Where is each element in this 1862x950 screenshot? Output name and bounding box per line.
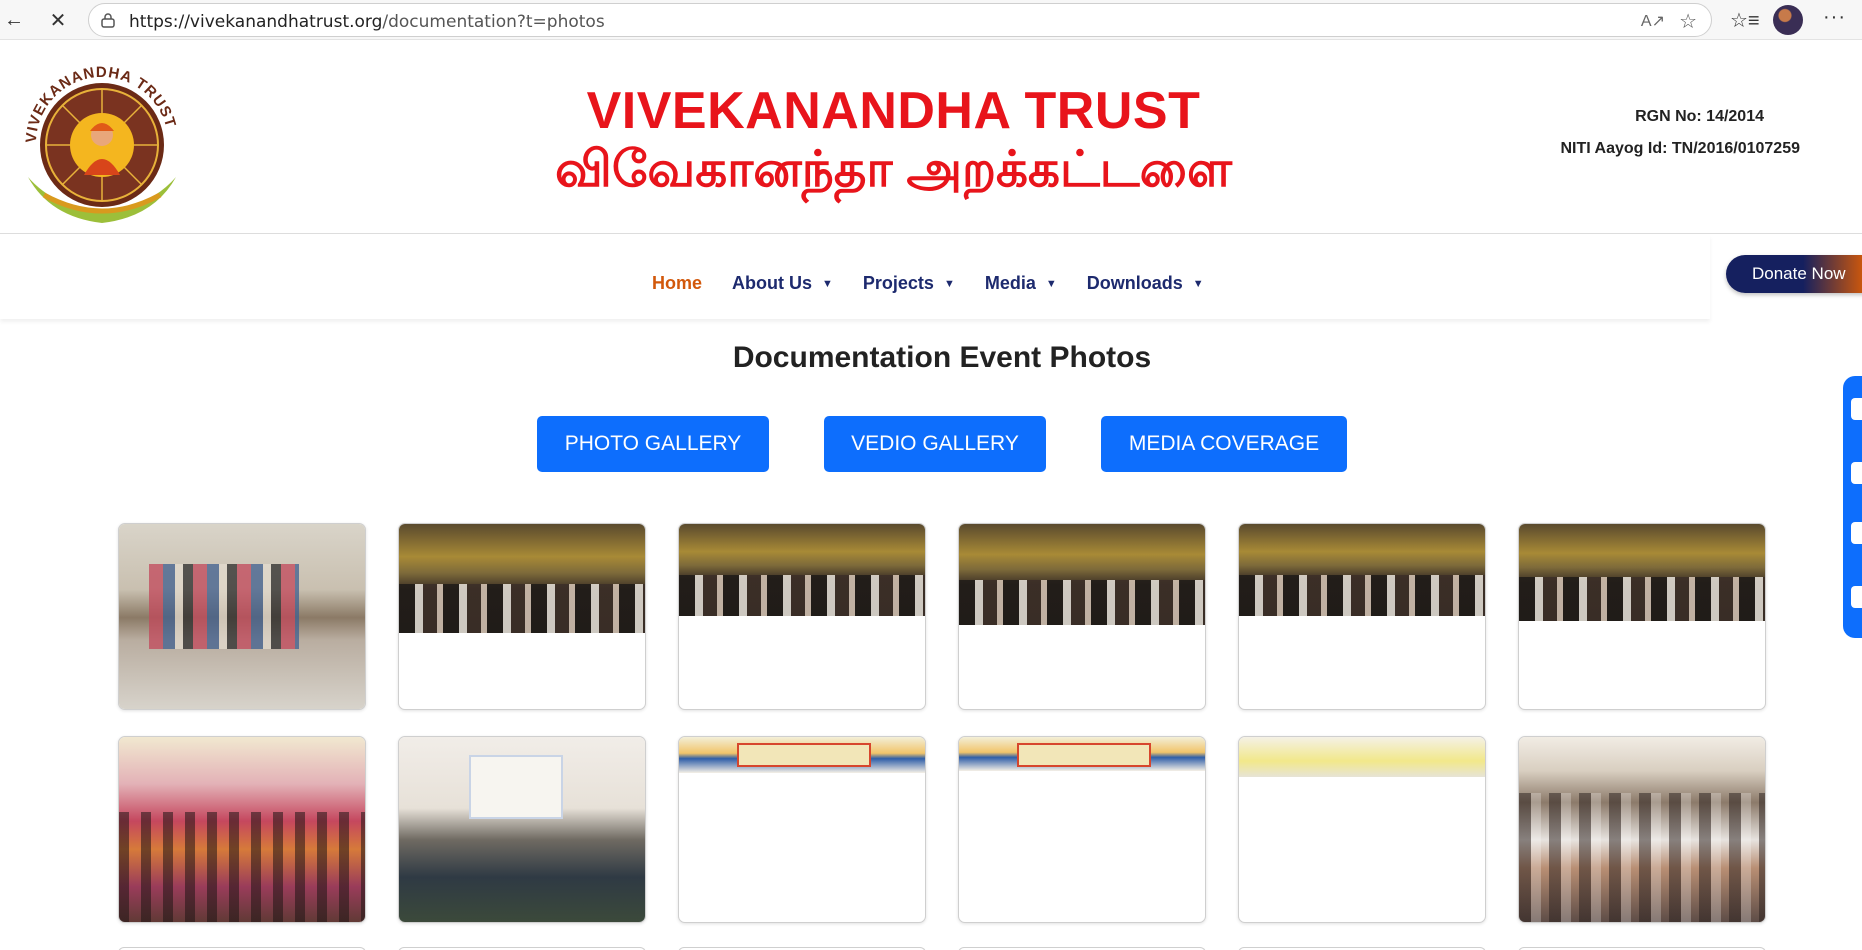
nav-item-about-us[interactable]: About Us ▼ [732, 273, 833, 294]
rgn-number: RGN No: 14/2014 [1635, 108, 1764, 125]
event-photo [959, 737, 1205, 771]
facebook-icon[interactable] [1851, 398, 1862, 420]
gallery-photo-card[interactable] [678, 523, 926, 710]
close-icon[interactable]: ✕ [44, 6, 72, 34]
site-title-english: VIVEKANANDHA TRUST [586, 82, 1201, 140]
page-title: Documentation Event Photos [732, 341, 1152, 374]
event-photo [1519, 524, 1765, 621]
social-sidebar [1843, 376, 1862, 638]
event-photo [399, 524, 645, 633]
gallery-photo-card[interactable] [118, 523, 366, 710]
url-text[interactable]: https://vivekanandhatrust.org/documentat… [129, 12, 605, 32]
registration-info: RGN No: 14/2014 NITI Aayog Id: TN/2016/0… [1560, 108, 1800, 172]
profile-avatar[interactable] [1773, 5, 1803, 35]
gallery-photo-card[interactable] [398, 523, 646, 710]
event-photo [399, 737, 645, 922]
event-photo [1239, 737, 1485, 777]
lock-icon[interactable] [101, 13, 115, 28]
gallery-photo-card[interactable] [1518, 523, 1766, 710]
media-coverage-button[interactable]: MEDIA COVERAGE [1101, 416, 1347, 472]
event-photo [119, 737, 365, 922]
site-header: VIVEKANANDHA TRUST VIVEKANANDHA TRUST வி… [0, 40, 1862, 234]
donate-now-button[interactable]: Donate Now [1726, 255, 1862, 293]
more-icon[interactable]: ··· [1823, 6, 1846, 29]
nav-menu: Home About Us ▼ Projects ▼ Media ▼ Download… [652, 273, 1234, 294]
read-aloud-icon[interactable]: A↗ [1641, 11, 1665, 31]
event-photo [679, 737, 925, 773]
nav-item-label: Media [984, 273, 1036, 293]
video-gallery-button[interactable]: VEDIO GALLERY [824, 416, 1046, 472]
caret-down-icon: ▼ [1192, 277, 1204, 290]
event-photo [679, 524, 925, 616]
address-bar[interactable]: https://vivekanandhatrust.org/documentat… [88, 3, 1712, 37]
back-arrow-icon[interactable]: ← [0, 6, 28, 34]
nav-item-label: Projects [862, 273, 934, 293]
gallery-photo-card[interactable] [958, 523, 1206, 710]
event-photo [1239, 524, 1485, 616]
nav-item-label: Home [652, 273, 703, 293]
browser-toolbar: ← ✕ https://vivekanandhatrust.org/docume… [0, 0, 1862, 40]
nav-item-projects[interactable]: Projects ▼ [863, 273, 955, 294]
star-icon[interactable]: ☆ [1679, 9, 1697, 34]
photo-gallery-button[interactable]: PHOTO GALLERY [537, 416, 769, 472]
nav-item-home[interactable]: Home [652, 273, 702, 294]
gallery-photo-card[interactable] [1518, 736, 1766, 923]
event-photo [1519, 737, 1765, 922]
event-photo [119, 524, 365, 709]
site-title-tamil: விவேகானந்தா அறக்கட்டளை [554, 141, 1233, 197]
nav-item-label: About Us [732, 273, 813, 293]
gallery-photo-card[interactable] [398, 736, 646, 923]
favorites-icon[interactable]: ☆≡ [1730, 8, 1760, 33]
gallery-photo-card[interactable] [1238, 736, 1486, 923]
gallery-photo-card[interactable] [1238, 523, 1486, 710]
niti-aayog-id: NITI Aayog Id: TN/2016/0107259 [1560, 140, 1800, 157]
nav-item-media[interactable]: Media ▼ [985, 273, 1057, 294]
caret-down-icon: ▼ [822, 277, 833, 290]
nav-item-label: Downloads [1086, 273, 1183, 293]
whatsapp-icon[interactable] [1851, 522, 1862, 544]
event-photo [959, 524, 1205, 625]
url-path: /documentation?t=photos [382, 12, 605, 32]
gallery-photo-card[interactable] [678, 736, 926, 923]
caret-down-icon: ▼ [1045, 277, 1057, 290]
instagram-icon[interactable] [1851, 586, 1862, 608]
main-nav: Home About Us ▼ Projects ▼ Media ▼ Download… [0, 235, 1710, 319]
gallery-photo-card[interactable] [958, 736, 1206, 923]
url-host: https://vivekanandhatrust.org [129, 12, 383, 32]
nav-item-downloads[interactable]: Downloads ▼ [1087, 273, 1204, 294]
twitter-icon[interactable] [1851, 462, 1862, 484]
gallery-photo-card[interactable] [118, 736, 366, 923]
caret-down-icon: ▼ [943, 277, 955, 290]
